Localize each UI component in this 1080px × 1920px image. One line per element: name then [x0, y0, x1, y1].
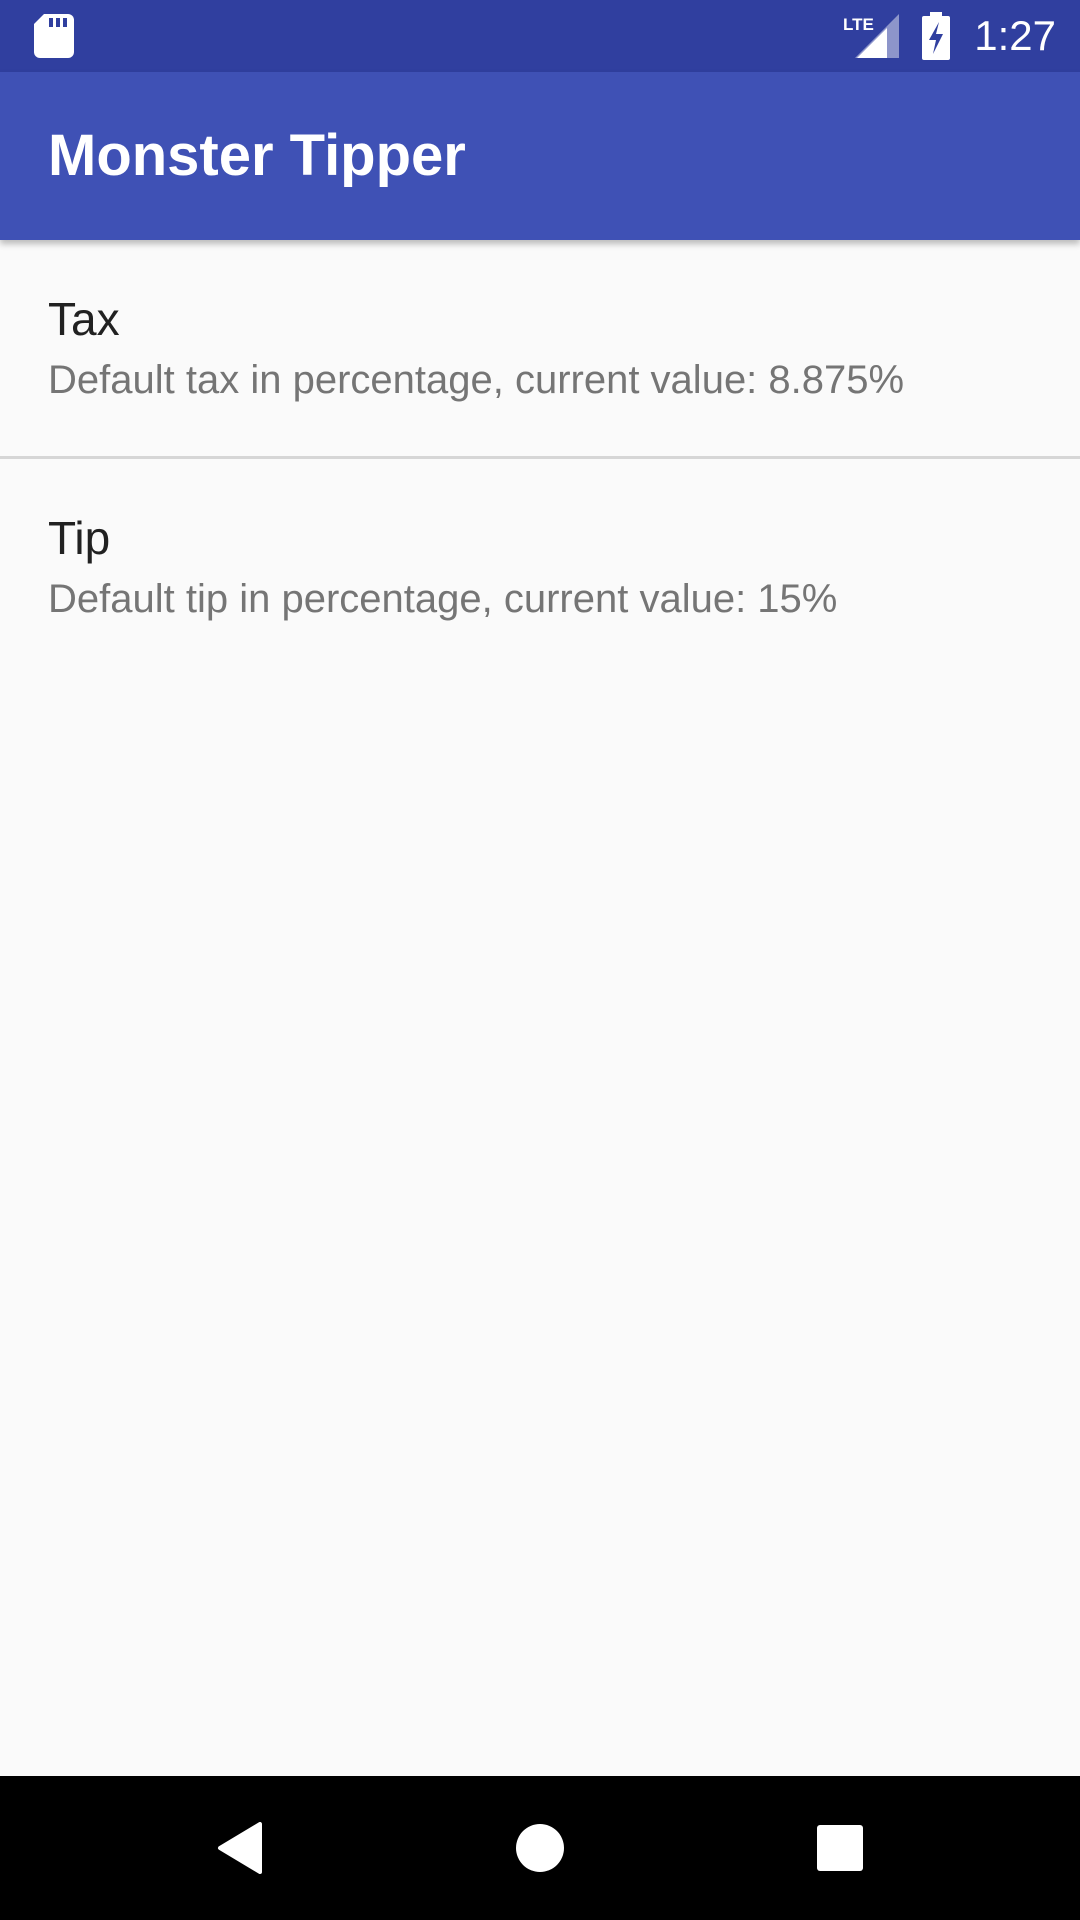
preference-summary: Default tip in percentage, current value… — [48, 577, 838, 621]
sd-card-icon — [34, 14, 74, 58]
preference-tax[interactable]: Tax Default tax in percentage, current v… — [0, 240, 1080, 459]
lte-signal-icon: LTE — [843, 14, 899, 58]
preference-title: Tax — [48, 293, 120, 345]
settings-screen: LTE 1:27 Monster Tipper Tax Default tax … — [0, 0, 1080, 1920]
battery-charging-icon — [922, 12, 950, 60]
app-bar: Monster Tipper — [0, 72, 1080, 240]
status-clock: 1:27 — [974, 12, 1056, 59]
back-button[interactable] — [196, 1804, 284, 1892]
network-label: LTE — [843, 15, 874, 34]
preferences-list: Tax Default tax in percentage, current v… — [0, 240, 1080, 677]
status-bar: LTE 1:27 — [0, 0, 1080, 72]
preference-title: Tip — [48, 512, 111, 564]
app-title: Monster Tipper — [48, 123, 466, 188]
navigation-bar — [0, 1776, 1080, 1920]
recents-button[interactable] — [796, 1804, 884, 1892]
home-icon — [516, 1824, 564, 1872]
recents-icon — [817, 1825, 863, 1871]
preference-summary: Default tax in percentage, current value… — [48, 358, 905, 402]
back-icon — [218, 1822, 262, 1874]
home-button[interactable] — [496, 1804, 584, 1892]
preference-tip[interactable]: Tip Default tip in percentage, current v… — [0, 459, 1080, 677]
